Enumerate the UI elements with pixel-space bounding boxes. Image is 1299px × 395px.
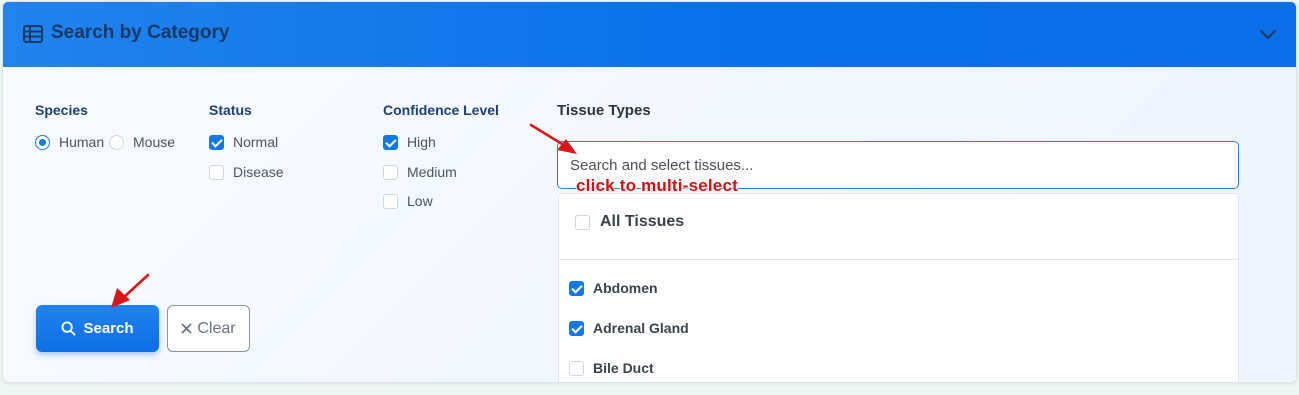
species-option-mouse[interactable]: Mouse: [109, 134, 175, 150]
checkbox-all-tissues[interactable]: [575, 215, 590, 230]
checkbox-abdomen[interactable]: [569, 280, 584, 296]
card-title: Search by Category: [51, 22, 230, 43]
annotation-arrow-tissue: [529, 123, 577, 154]
chevron-down-icon[interactable]: [1258, 24, 1278, 44]
all-tissues-label: All Tissues: [600, 213, 685, 230]
species-title: Species: [35, 102, 88, 118]
status-title: Status: [209, 102, 252, 118]
close-icon: [181, 323, 192, 334]
radio-human[interactable]: [35, 134, 50, 150]
confidence-label-high: High: [407, 134, 436, 150]
status-group: Status: [209, 102, 252, 118]
confidence-option-high[interactable]: High: [383, 134, 436, 150]
clear-button-label: Clear: [197, 319, 236, 337]
tissue-item-bile-duct[interactable]: Bile Duct: [569, 360, 654, 376]
checkbox-normal[interactable]: [209, 134, 224, 150]
checkbox-medium[interactable]: [383, 164, 398, 180]
tissue-label-bile-duct: Bile Duct: [593, 360, 654, 376]
checkbox-adrenal-gland[interactable]: [569, 320, 584, 336]
status-label-disease: Disease: [233, 164, 284, 180]
status-label-normal: Normal: [233, 134, 279, 150]
tissue-dropdown: All Tissues Abdomen Adrenal Gland Bile D…: [558, 193, 1239, 382]
tissue-item-adrenal-gland[interactable]: Adrenal Gland: [569, 320, 689, 336]
status-option-normal[interactable]: Normal: [209, 134, 278, 150]
confidence-option-low[interactable]: Low: [383, 193, 433, 209]
tissue-label-abdomen: Abdomen: [593, 280, 658, 296]
tissue-item-abdomen[interactable]: Abdomen: [569, 280, 658, 296]
confidence-label-medium: Medium: [407, 164, 457, 180]
card-header[interactable]: Search by Category: [3, 2, 1296, 67]
checkbox-bile-duct[interactable]: [569, 360, 584, 376]
annotation-text: click to multi-select: [576, 176, 738, 195]
clear-button[interactable]: Clear: [167, 305, 250, 352]
annotation-arrow-search: [111, 273, 150, 308]
table-list-icon: [23, 25, 43, 43]
checkbox-disease[interactable]: [209, 164, 224, 180]
species-group: Species: [35, 102, 88, 118]
confidence-label-low: Low: [407, 193, 433, 209]
confidence-group: Confidence Level: [383, 102, 499, 118]
search-icon: [61, 321, 76, 336]
checkbox-low[interactable]: [383, 193, 398, 209]
checkbox-high[interactable]: [383, 134, 398, 150]
all-tissues-row[interactable]: All Tissues: [559, 194, 1238, 260]
status-option-disease[interactable]: Disease: [209, 164, 284, 180]
species-label-human: Human: [59, 134, 105, 150]
tissue-label-adrenal-gland: Adrenal Gland: [593, 320, 689, 336]
confidence-title: Confidence Level: [383, 102, 499, 118]
species-option-human[interactable]: Human: [35, 134, 104, 150]
species-label-mouse: Mouse: [133, 134, 176, 150]
confidence-option-medium[interactable]: Medium: [383, 164, 457, 180]
search-by-category-card: Search by Category Species Human Mouse S…: [2, 1, 1297, 383]
radio-mouse[interactable]: [109, 134, 124, 150]
search-button-label: Search: [83, 320, 134, 337]
